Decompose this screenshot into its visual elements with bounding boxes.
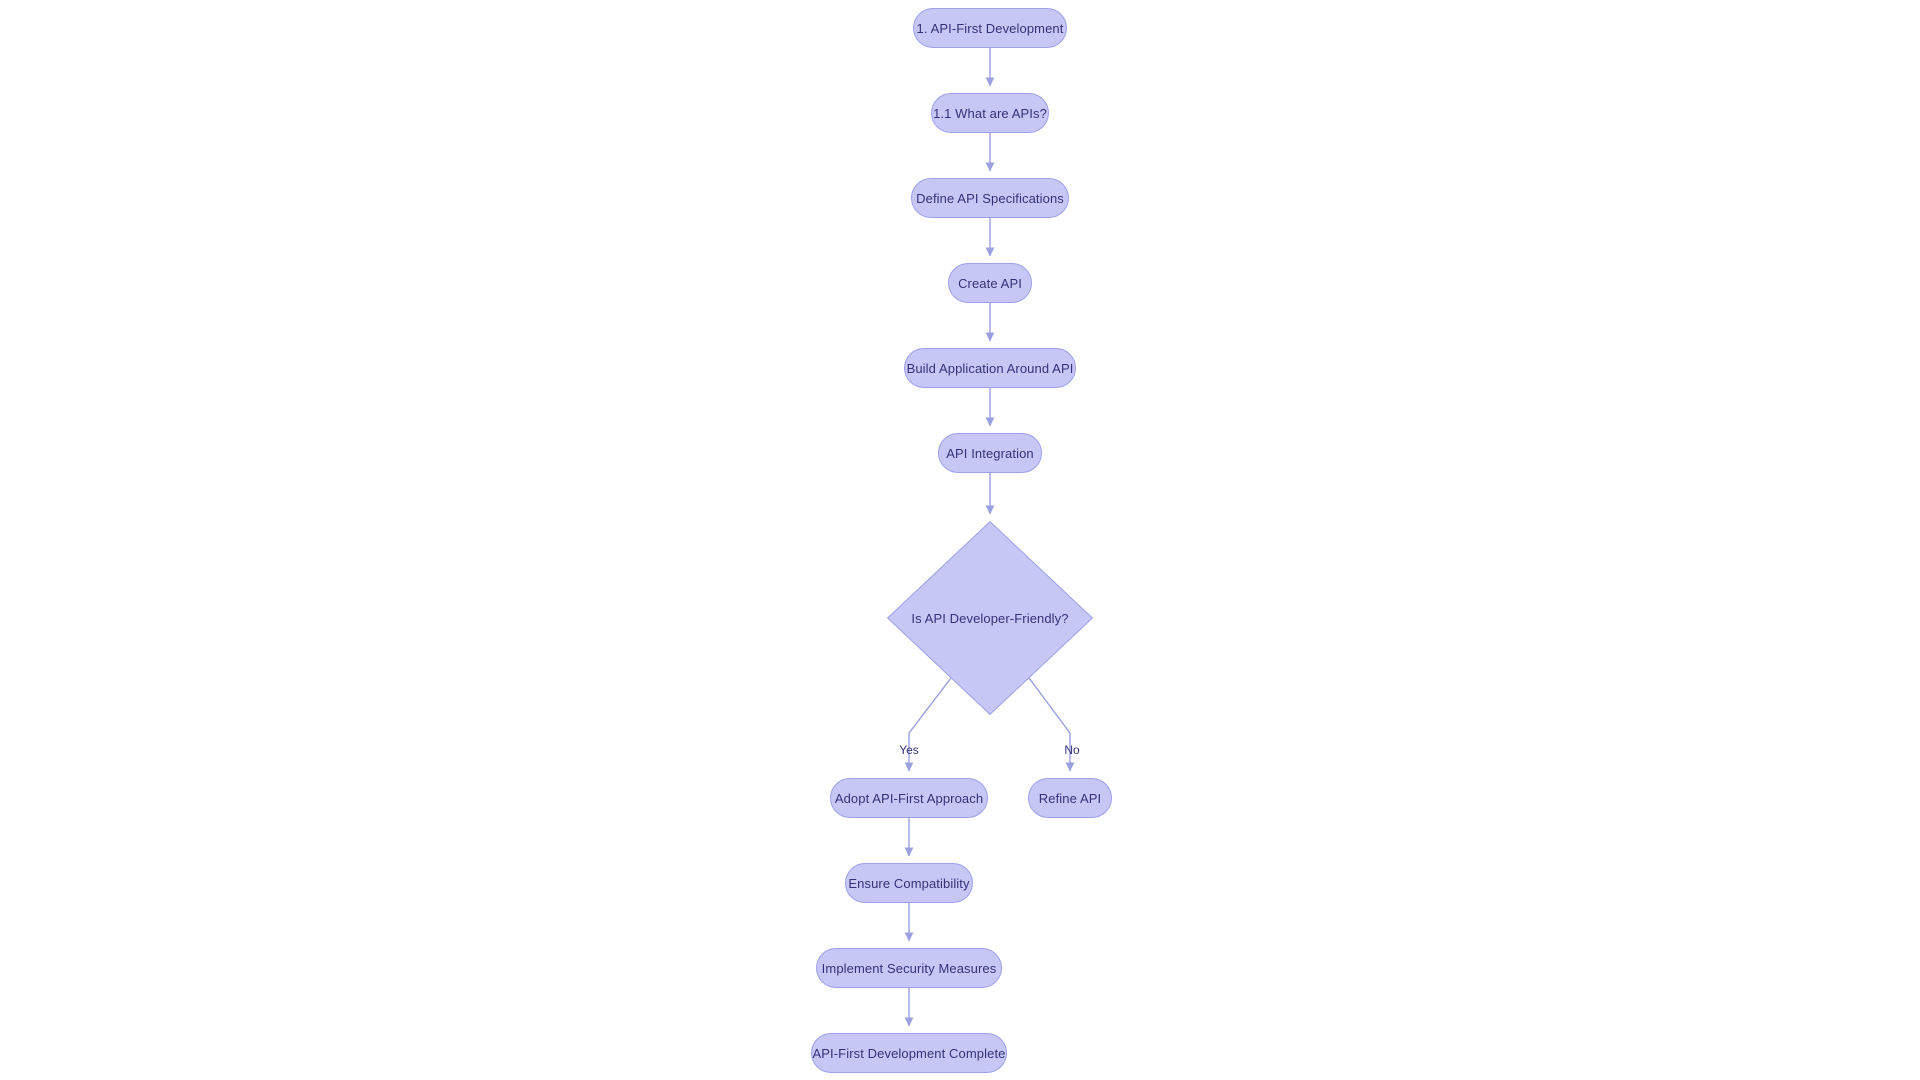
- process-node-label: Adopt API-First Approach: [834, 790, 984, 806]
- process-node-label: 1. API-First Development: [916, 20, 1064, 36]
- process-node-label: 1.1 What are APIs?: [933, 105, 1047, 121]
- process-node[interactable]: Adopt API-First Approach: [830, 778, 988, 818]
- process-node[interactable]: API-First Development Complete: [811, 1033, 1007, 1073]
- process-node-label: Implement Security Measures: [821, 960, 997, 976]
- process-node[interactable]: 1.1 What are APIs?: [931, 93, 1049, 133]
- flowchart-canvas: 1. API-First Development 1.1 What are API…: [0, 0, 1920, 1080]
- process-node-label: Refine API: [1038, 790, 1102, 806]
- process-node-label: Build Application Around API: [906, 360, 1074, 376]
- process-node-label: Define API Specifications: [916, 190, 1064, 206]
- process-node[interactable]: Build Application Around API: [904, 348, 1076, 388]
- process-node[interactable]: Implement Security Measures: [816, 948, 1002, 988]
- process-node[interactable]: Create API: [948, 263, 1032, 303]
- process-node[interactable]: API Integration: [938, 433, 1042, 473]
- edge-label: Yes: [899, 743, 919, 757]
- process-node-label: Create API: [958, 275, 1022, 291]
- decision-node-label: Is API Developer-Friendly?: [911, 610, 1069, 626]
- process-node[interactable]: 1. API-First Development: [913, 8, 1067, 48]
- process-node-label: API Integration: [946, 445, 1034, 461]
- decision-node[interactable]: Is API Developer-Friendly?: [887, 521, 1093, 715]
- process-node[interactable]: Refine API: [1028, 778, 1112, 818]
- process-node-label: API-First Development Complete: [812, 1045, 1006, 1061]
- process-node[interactable]: Define API Specifications: [911, 178, 1069, 218]
- process-node[interactable]: Ensure Compatibility: [845, 863, 973, 903]
- process-node-label: Ensure Compatibility: [848, 875, 970, 891]
- edge-label: No: [1064, 743, 1080, 757]
